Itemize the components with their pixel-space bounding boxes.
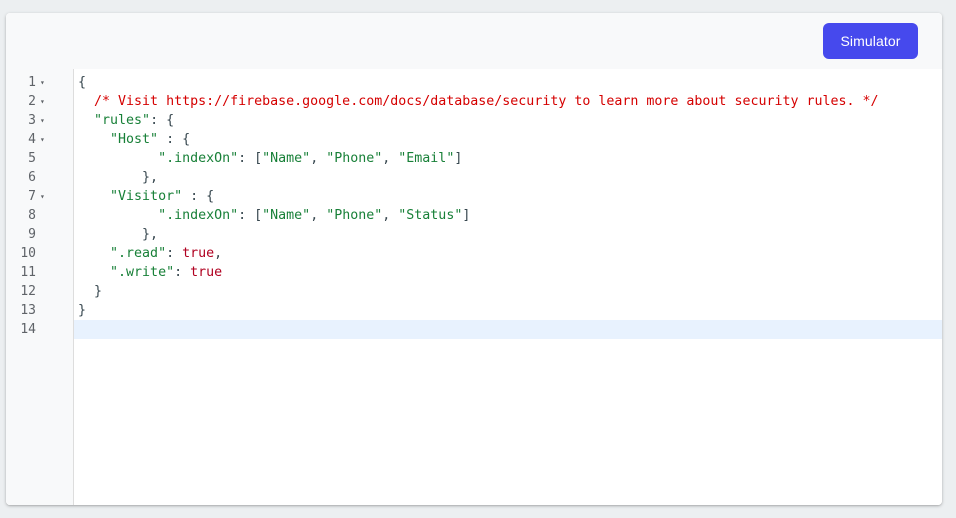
string-value: "Name": [262, 208, 311, 223]
gutter-row: 9: [6, 225, 73, 244]
line-number: 2: [28, 94, 36, 109]
line-number-gutter: 1 ▾ 2 ▾ 3 ▾ 4 ▾ 5 6 7 ▾ 8 9 10 11 12 13 14: [6, 69, 74, 505]
line-number: 7: [28, 189, 36, 204]
code-line[interactable]: },: [78, 168, 158, 187]
gutter-row: 7 ▾: [6, 187, 73, 206]
gutter-row: 1 ▾: [6, 73, 73, 92]
editor-toolbar: Simulator: [6, 13, 942, 69]
code-line[interactable]: /* Visit https://firebase.google.com/doc…: [78, 92, 879, 111]
code-line[interactable]: }: [78, 301, 86, 320]
line-number: 11: [20, 265, 36, 280]
code-line[interactable]: ".indexOn": ["Name", "Phone", "Status"]: [78, 206, 470, 225]
punctuation: {: [78, 75, 87, 90]
punctuation: }: [94, 284, 103, 299]
gutter-row: 11: [6, 263, 73, 282]
gutter-row: 13: [6, 301, 73, 320]
json-key: ".read": [110, 246, 167, 261]
gutter-row: 2 ▾: [6, 92, 73, 111]
gutter-row: 6: [6, 168, 73, 187]
gutter-row: 8: [6, 206, 73, 225]
code-comment: /* Visit https://firebase.google.com/doc…: [94, 94, 879, 109]
gutter-row: 14: [6, 320, 73, 339]
code-line[interactable]: }: [78, 282, 102, 301]
fold-arrow-icon[interactable]: ▾: [40, 92, 45, 111]
gutter-row: 4 ▾: [6, 130, 73, 149]
gutter-row: 3 ▾: [6, 111, 73, 130]
line-number: 14: [20, 322, 36, 337]
line-number: 3: [28, 113, 36, 128]
string-value: "Phone": [326, 208, 383, 223]
line-number: 9: [28, 227, 36, 242]
line-number: 8: [28, 208, 36, 223]
fold-arrow-icon[interactable]: ▾: [40, 73, 45, 92]
json-key: ".indexOn": [158, 208, 239, 223]
line-number: 5: [28, 151, 36, 166]
line-number: 10: [20, 246, 36, 261]
gutter-row: 5: [6, 149, 73, 168]
line-number: 4: [28, 132, 36, 147]
fold-arrow-icon[interactable]: ▾: [40, 130, 45, 149]
code-line[interactable]: ".read": true,: [78, 244, 222, 263]
fold-arrow-icon[interactable]: ▾: [40, 111, 45, 130]
code-line[interactable]: "rules": {: [78, 111, 174, 130]
punctuation: },: [142, 227, 159, 242]
gutter-row: 10: [6, 244, 73, 263]
code-line[interactable]: {: [78, 73, 86, 92]
boolean-value: true: [182, 246, 215, 261]
boolean-value: true: [190, 265, 223, 280]
code-line[interactable]: "Host" : {: [78, 130, 190, 149]
code-line[interactable]: "Visitor" : {: [78, 187, 214, 206]
line-number: 13: [20, 303, 36, 318]
string-value: "Phone": [326, 151, 383, 166]
json-key: "Visitor": [110, 189, 183, 204]
string-value: "Status": [398, 208, 463, 223]
string-value: "Email": [398, 151, 455, 166]
code-line[interactable]: ".indexOn": ["Name", "Phone", "Email"]: [78, 149, 462, 168]
simulator-button[interactable]: Simulator: [823, 23, 918, 59]
code-line[interactable]: ".write": true: [78, 263, 222, 282]
fold-arrow-icon[interactable]: ▾: [40, 187, 45, 206]
punctuation: },: [142, 170, 159, 185]
line-number: 6: [28, 170, 36, 185]
active-line-highlight: [74, 320, 942, 339]
punctuation: }: [78, 303, 87, 318]
json-key: ".write": [110, 265, 175, 280]
json-key: "Host": [110, 132, 159, 147]
string-value: "Name": [262, 151, 311, 166]
code-editor[interactable]: 1 ▾ 2 ▾ 3 ▾ 4 ▾ 5 6 7 ▾ 8 9 10 11 12 13 14 { …: [6, 69, 942, 505]
line-number: 12: [20, 284, 36, 299]
line-number: 1: [28, 75, 36, 90]
rules-editor-card: Simulator 1 ▾ 2 ▾ 3 ▾ 4 ▾ 5 6 7 ▾ 8 9 10 11 1…: [6, 13, 942, 505]
code-line[interactable]: },: [78, 225, 158, 244]
json-key: ".indexOn": [158, 151, 239, 166]
json-key: "rules": [94, 113, 151, 128]
gutter-row: 12: [6, 282, 73, 301]
